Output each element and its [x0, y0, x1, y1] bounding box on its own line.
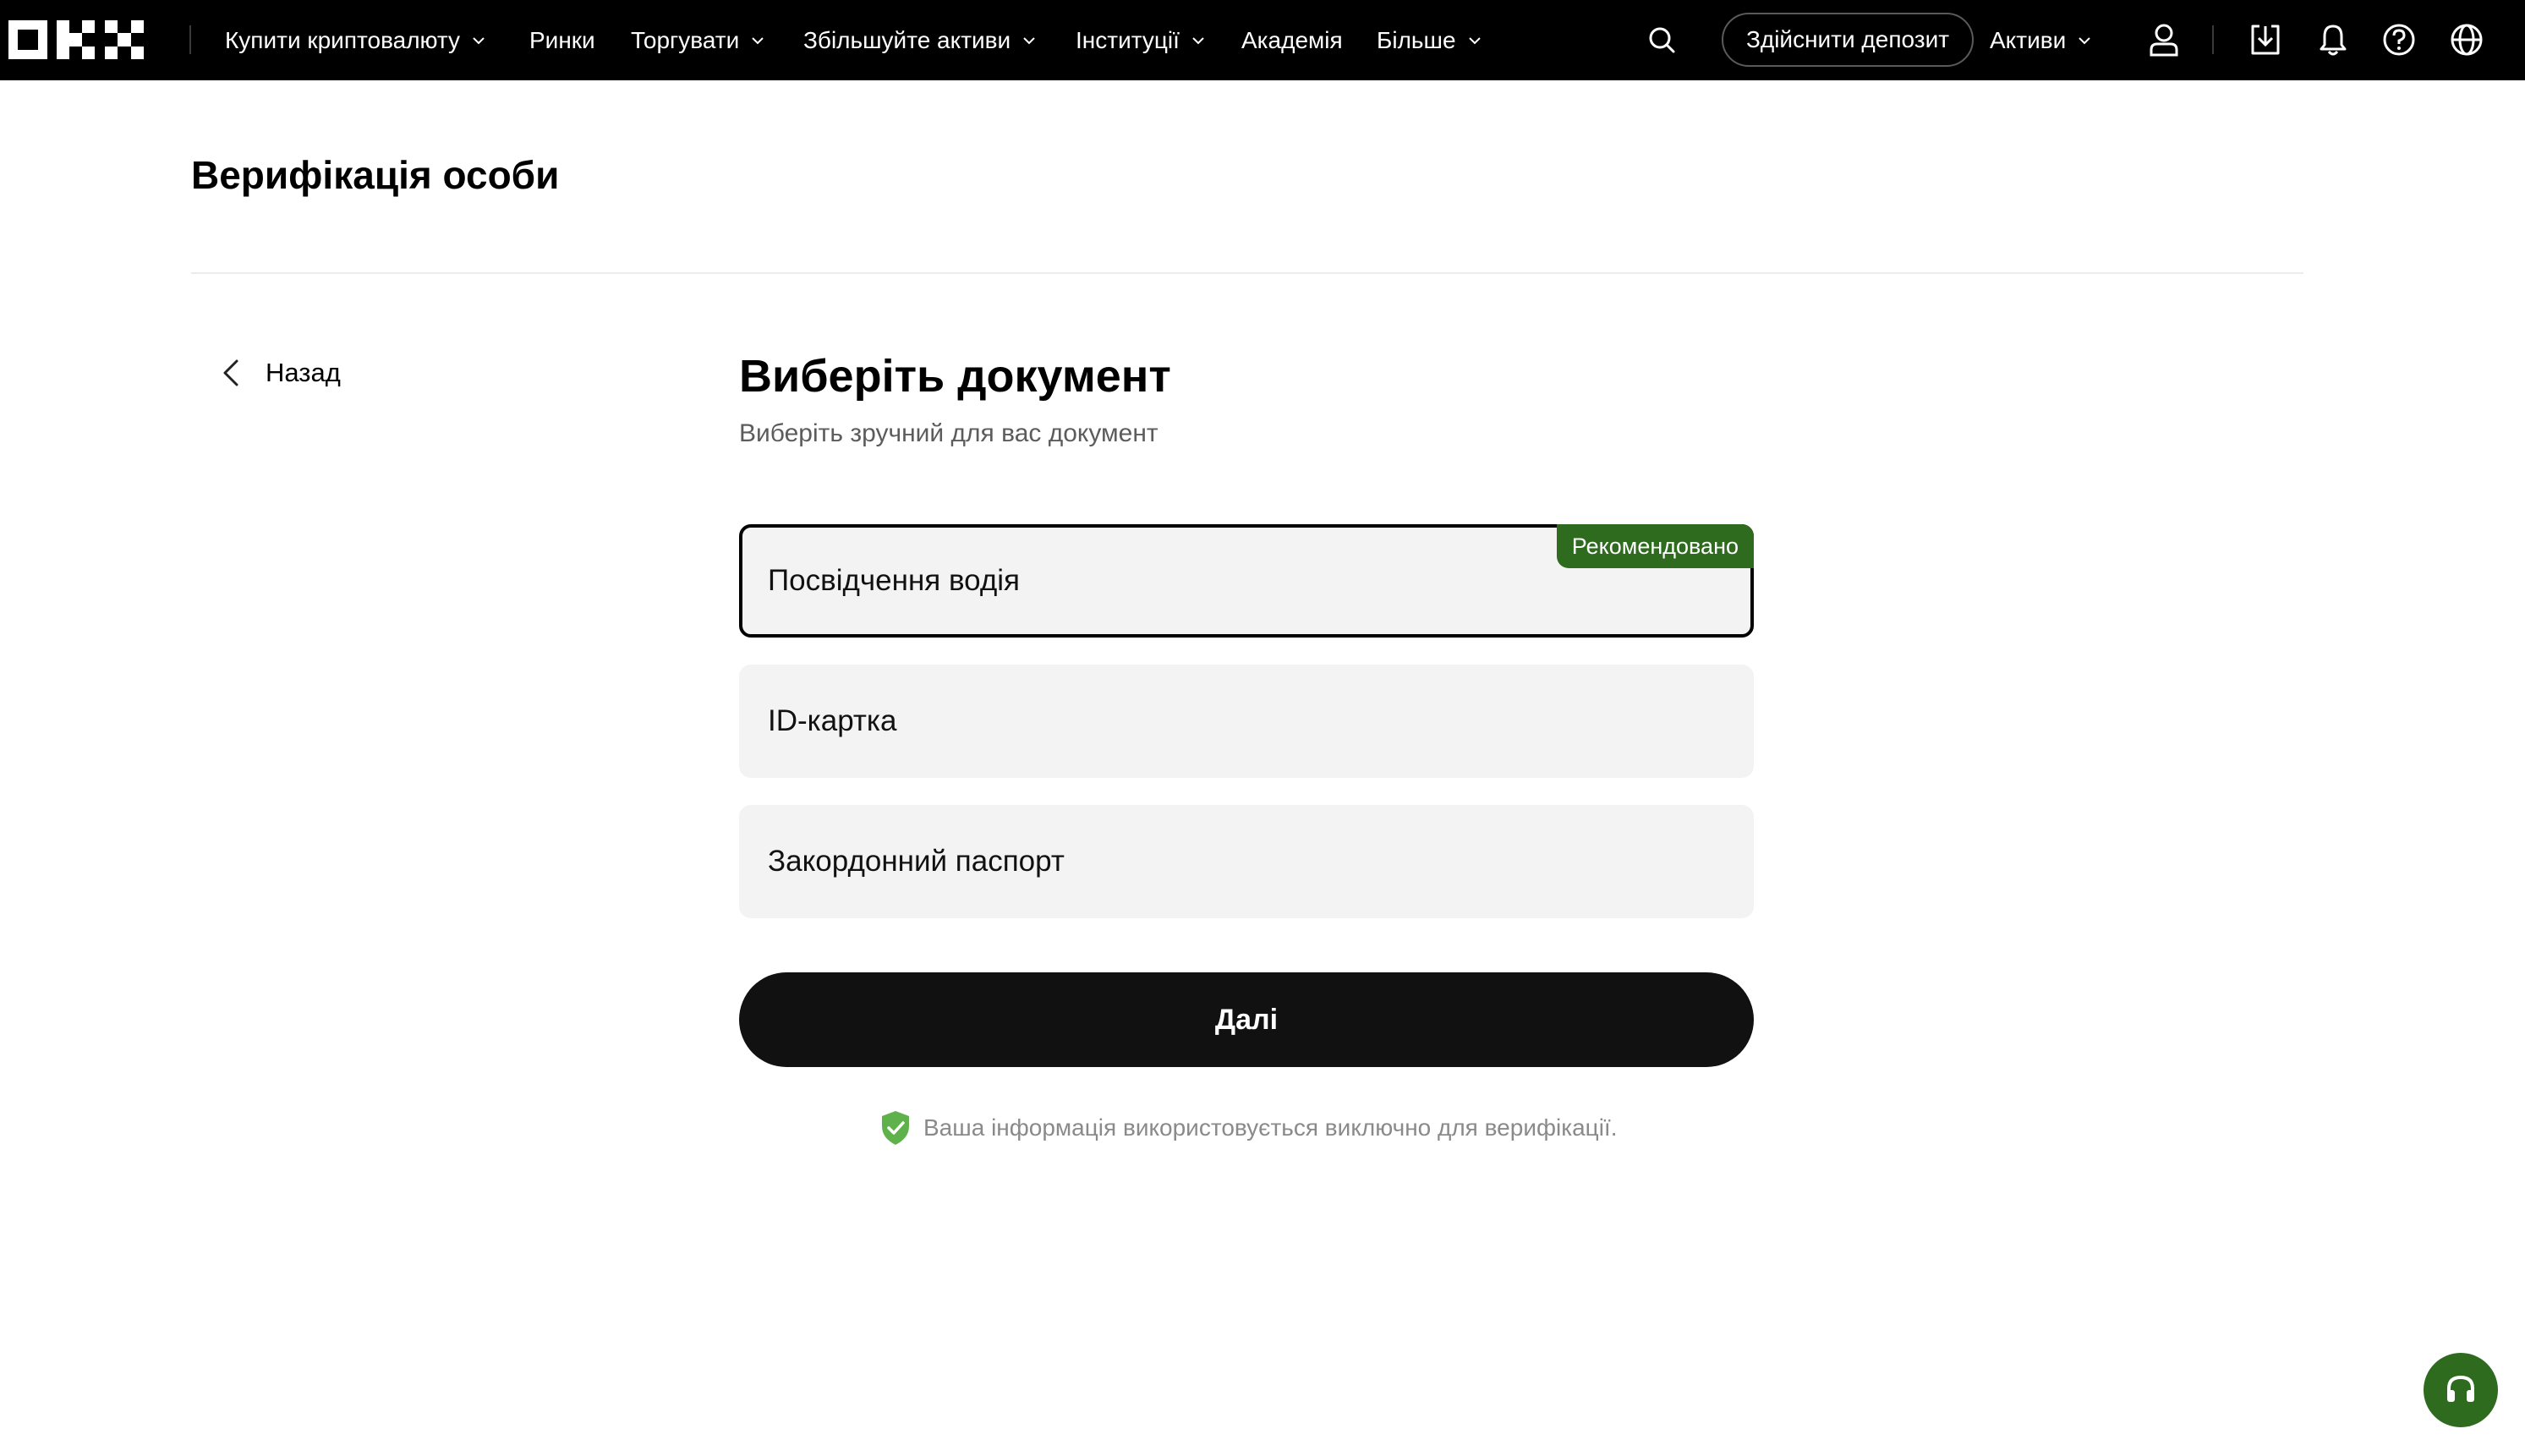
okx-logo[interactable]: [8, 20, 144, 59]
nav-divider: [189, 25, 191, 54]
assets-label: Активи: [1990, 26, 2067, 53]
nav-item-label: Інституції: [1076, 26, 1180, 53]
notifications-button[interactable]: [2314, 20, 2352, 59]
top-navigation-bar: Купити криптовалюту Ринки Торгувати Збіл…: [0, 0, 2525, 80]
back-button[interactable]: Назад: [218, 352, 341, 394]
language-button[interactable]: [2447, 20, 2486, 59]
nav-item-markets[interactable]: Ринки: [529, 0, 595, 80]
support-chat-button[interactable]: [2424, 1353, 2498, 1427]
chevron-down-icon: [752, 36, 764, 44]
next-button[interactable]: Далі: [739, 972, 1754, 1067]
page-title: Верифікація особи: [191, 153, 560, 197]
download-icon: [2251, 25, 2280, 55]
nav-item-label: Академія: [1241, 26, 1343, 53]
nav-divider: [2212, 25, 2214, 54]
chevron-down-icon: [2079, 36, 2090, 44]
option-label: Закордонний паспорт: [768, 845, 1065, 878]
option-label: Посвідчення водія: [768, 564, 1020, 597]
privacy-note: Ваша інформація використовується виключн…: [879, 1108, 1617, 1148]
search-button[interactable]: [1642, 20, 1681, 59]
nav-item-label: Більше: [1377, 26, 1456, 53]
bell-icon: [2320, 25, 2347, 56]
nav-item-more[interactable]: Більше: [1377, 0, 1483, 80]
nav-item-academy[interactable]: Академія: [1241, 0, 1343, 80]
nav-item-grow-assets[interactable]: Збільшуйте активи: [803, 0, 1038, 80]
nav-item-label: Ринки: [529, 26, 595, 53]
globe-icon: [2451, 24, 2483, 56]
document-option-passport[interactable]: Закордонний паспорт: [739, 805, 1754, 918]
assets-menu[interactable]: Активи: [1990, 0, 2093, 80]
option-label: ID-картка: [768, 704, 897, 737]
nav-item-label: Купити криптовалюту: [225, 26, 461, 53]
help-icon: [2383, 24, 2415, 56]
download-app-button[interactable]: [2246, 20, 2285, 59]
section-subheading: Виберіть зручний для вас документ: [739, 419, 1158, 447]
deposit-button[interactable]: Здійснити депозит: [1722, 13, 1974, 67]
nav-item-buy-crypto[interactable]: Купити криптовалюту: [225, 0, 487, 80]
search-icon: [1649, 27, 1675, 53]
chevron-down-icon: [1023, 36, 1035, 44]
document-option-drivers-license[interactable]: Посвідчення водія Рекомендовано: [739, 524, 1754, 638]
user-icon: [2150, 24, 2178, 57]
section-heading: Виберіть документ: [739, 351, 1171, 402]
headset-icon: [2447, 1375, 2474, 1402]
back-label: Назад: [266, 358, 341, 387]
nav-item-label: Торгувати: [631, 26, 740, 53]
privacy-note-text: Ваша інформація використовується виключн…: [923, 1114, 1618, 1141]
nav-item-label: Збільшуйте активи: [803, 26, 1011, 53]
chevron-down-icon: [473, 36, 485, 44]
recommended-badge: Рекомендовано: [1556, 524, 1754, 568]
help-button[interactable]: [2380, 20, 2418, 59]
chevron-down-icon: [1468, 36, 1481, 44]
chevron-left-icon: [223, 359, 238, 386]
document-option-id-card[interactable]: ID-картка: [739, 665, 1754, 778]
account-button[interactable]: [2144, 20, 2183, 59]
chevron-down-icon: [1192, 36, 1204, 44]
shield-check-icon: [882, 1111, 909, 1145]
nav-item-trade[interactable]: Торгувати: [631, 0, 766, 80]
nav-item-institutions[interactable]: Інституції: [1076, 0, 1207, 80]
header-divider: [191, 272, 2303, 274]
